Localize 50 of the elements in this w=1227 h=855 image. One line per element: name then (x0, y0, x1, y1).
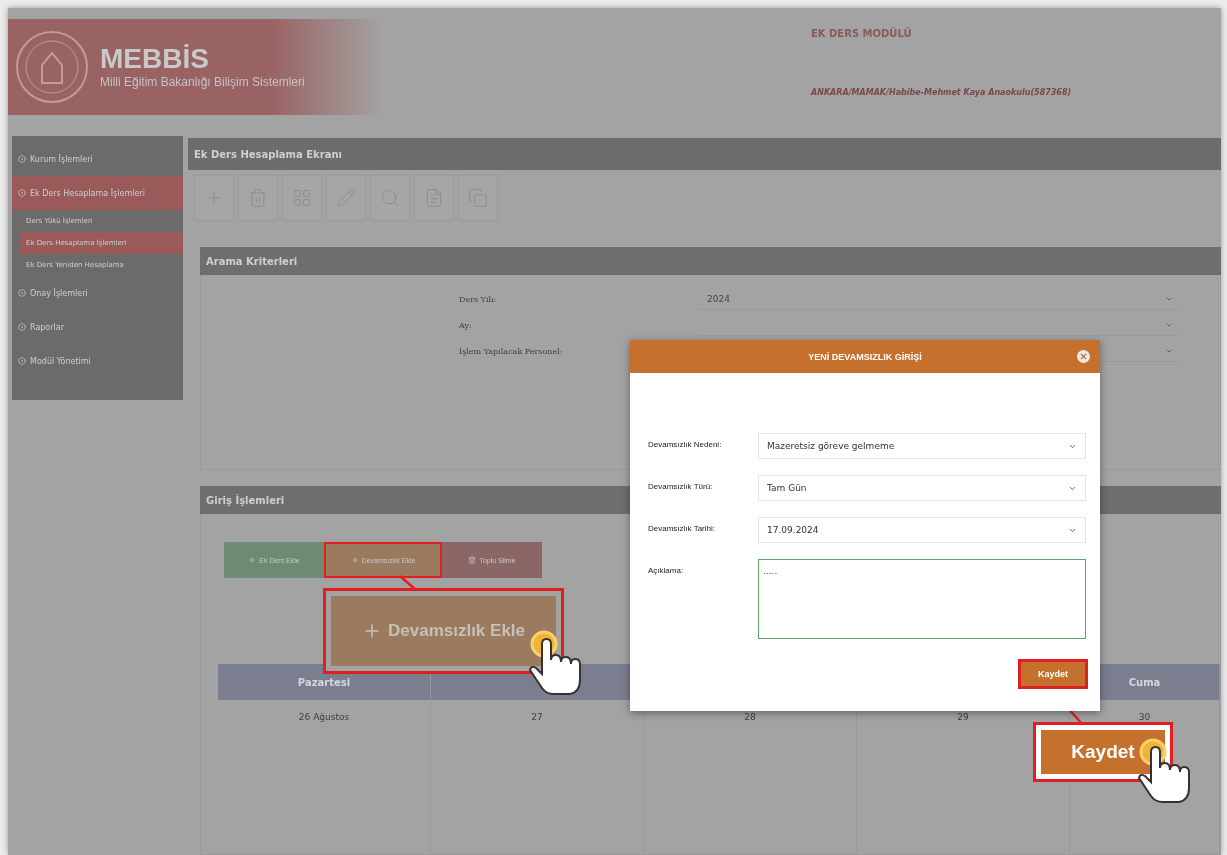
trash-icon (248, 188, 268, 208)
copy-icon (468, 188, 488, 208)
toolbar-button[interactable] (370, 175, 410, 221)
panel-header: Arama Kriterleri (200, 247, 1221, 275)
sidebar-item[interactable]: Modül Yönetimi (12, 344, 183, 378)
select-field[interactable]: Tam Gün (758, 475, 1086, 501)
sidebar-item[interactable]: Onay İşlemleri (12, 276, 183, 310)
logo-subtitle: Milli Eğitim Bakanlığı Bilişim Sistemleri (100, 75, 305, 89)
select-field[interactable]: 17.09.2024 (758, 517, 1086, 543)
bullet-icon (18, 323, 26, 331)
bullet-icon (18, 189, 26, 197)
sidebar-item[interactable]: Raporlar (12, 310, 183, 344)
caret-icon (1165, 347, 1173, 355)
institution-name: ANKARA/MAMAK/Habibe-Mehmet Kaya Anaokulu(587368) (811, 86, 1073, 99)
page-title: Ek Ders Hesaplama Ekranı (188, 138, 1221, 170)
search-icon (380, 188, 400, 208)
field-label: İşlem Yapılacak Personel: (459, 347, 564, 356)
trash-icon (468, 556, 477, 564)
plus-icon (248, 556, 257, 564)
caret-icon (1165, 295, 1173, 303)
bullet-icon (18, 357, 26, 365)
document-icon (424, 188, 444, 208)
toolbar-button[interactable] (282, 175, 322, 221)
sidebar-item[interactable]: Kurum İşlemleri (12, 142, 183, 176)
bullet-icon (18, 155, 26, 163)
logo-title: MEBBİS (100, 45, 210, 73)
table-cell: 26 Ağustos (218, 700, 431, 855)
close-button[interactable] (1077, 350, 1090, 363)
toolbar-button[interactable] (458, 175, 498, 221)
dialog-title: YENİ DEVAMSIZLIK GİRİŞİ (808, 351, 922, 362)
field-label: Ay: (459, 321, 473, 330)
text-area[interactable]: ..... (758, 559, 1086, 639)
select-field[interactable]: 2024 (699, 289, 1179, 310)
toolbar-button[interactable] (238, 175, 278, 221)
bullet-icon (18, 289, 26, 297)
field-label: Açıklama: (648, 565, 685, 575)
select-field[interactable]: Mazeretsiz göreve gelmeme (758, 433, 1086, 459)
toolbar-button[interactable] (414, 175, 454, 221)
save-button[interactable]: Kaydet (1018, 659, 1088, 689)
close-icon (1079, 352, 1088, 361)
field-label: Ders Yılı: (459, 295, 498, 304)
connector-line (398, 575, 418, 591)
callout-button[interactable]: Devamsızlık Ekle (323, 588, 564, 674)
caret-icon (1165, 321, 1173, 329)
module-name: EK DERS MODÜLÜ (811, 27, 913, 39)
field-label: Devamsızlık Tarihi: (648, 523, 716, 533)
grid-icon (292, 188, 312, 208)
plus-icon (350, 556, 359, 564)
field-label: Devamsızlık Nedeni: (648, 439, 723, 449)
sidebar-item[interactable]: Ek Ders Hesaplama İşlemleri (12, 176, 183, 210)
